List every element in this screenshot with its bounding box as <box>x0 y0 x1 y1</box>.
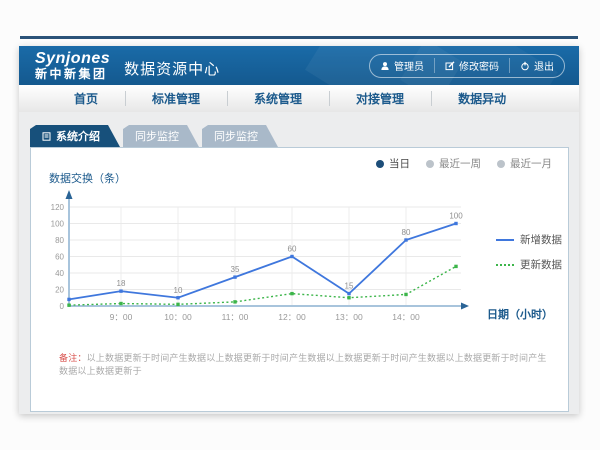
change-password-label: 修改密码 <box>459 58 499 73</box>
nav-item-3[interactable]: 系统管理 <box>227 85 329 112</box>
tab-bar: 系统介绍 同步监控 同步监控 <box>19 112 579 147</box>
time-filter-option-3[interactable]: 最近一月 <box>497 156 552 171</box>
tab-label: 同步监控 <box>135 128 179 144</box>
time-filter-option-2[interactable]: 最近一周 <box>426 156 481 171</box>
legend-item-1: 新增数据 <box>496 232 562 247</box>
main-nav-list: 首页标准管理系统管理对接管理数据异动 <box>19 85 579 112</box>
radio-dot-icon <box>376 160 384 168</box>
change-password-button[interactable]: 修改密码 <box>434 58 509 73</box>
legend-label: 新增数据 <box>520 232 562 247</box>
svg-text:20: 20 <box>55 285 64 294</box>
brand-logo-cn: 新中新集团 <box>35 68 110 81</box>
svg-text:60: 60 <box>55 252 64 261</box>
legend-swatch-icon <box>496 262 514 268</box>
svg-text:10：00: 10：00 <box>164 312 192 322</box>
user-icon <box>380 61 390 71</box>
desktop-background: Synjones 新中新集团 数据资源中心 管理员 修改 <box>0 0 600 450</box>
edit-icon <box>445 61 455 71</box>
footnote: 备注：以上数据更新于时间产生数据以上数据更新于时间产生数据以上数据更新于时间产生… <box>59 352 550 377</box>
svg-text:15: 15 <box>345 282 354 291</box>
user-label: 管理员 <box>394 58 424 73</box>
legend-item-2: 更新数据 <box>496 257 562 272</box>
radio-label: 当日 <box>389 156 410 171</box>
tab-1[interactable]: 系统介绍 <box>30 125 120 147</box>
content-area: 系统介绍同步监控同步监控 当日最近一周最近一月 数据交换（条） 02040608… <box>19 112 579 414</box>
nav-item-4[interactable]: 对接管理 <box>329 85 431 112</box>
svg-text:12：00: 12：00 <box>278 312 306 322</box>
app-header: Synjones 新中新集团 数据资源中心 管理员 修改 <box>19 46 579 85</box>
radio-label: 最近一周 <box>439 156 481 171</box>
radio-label: 最近一月 <box>510 156 552 171</box>
document-icon <box>42 132 51 141</box>
svg-text:13：00: 13：00 <box>335 312 363 322</box>
time-range-filter: 当日 最近一周 最近一月 <box>376 156 552 171</box>
svg-text:60: 60 <box>288 245 297 254</box>
time-filter-option-1[interactable]: 当日 <box>376 156 410 171</box>
chart-legend: 新增数据更新数据 <box>496 232 562 272</box>
logout-label: 退出 <box>534 58 554 73</box>
power-icon <box>520 61 530 71</box>
logout-button[interactable]: 退出 <box>509 58 564 73</box>
svg-text:9：00: 9：00 <box>110 312 133 322</box>
chart-svg: 0 20 40 60 80 100 120 9：00 10：00 11：00 12：00 13：00 1… <box>31 184 491 324</box>
tab-label: 系统介绍 <box>56 128 100 144</box>
footnote-text: 以上数据更新于时间产生数据以上数据更新于时间产生数据以上数据更新于时间产生数据以… <box>59 353 547 376</box>
main-nav: 首页标准管理系统管理对接管理数据异动 <box>19 85 579 113</box>
tab-label: 同步监控 <box>214 128 258 144</box>
svg-text:14：00: 14：00 <box>392 312 420 322</box>
svg-text:18: 18 <box>117 279 126 288</box>
svg-text:80: 80 <box>402 228 411 237</box>
radio-dot-icon <box>497 160 505 168</box>
nav-item-2[interactable]: 标准管理 <box>125 85 227 112</box>
window-top-accent <box>20 36 578 39</box>
legend-label: 更新数据 <box>520 257 562 272</box>
svg-text:120: 120 <box>51 203 65 212</box>
nav-item-1[interactable]: 首页 <box>47 85 125 112</box>
user-button[interactable]: 管理员 <box>370 58 434 73</box>
tab-3[interactable]: 同步监控 <box>202 125 278 147</box>
app-window: Synjones 新中新集团 数据资源中心 管理员 修改 <box>19 46 579 414</box>
svg-text:100: 100 <box>449 212 463 221</box>
user-toolbar: 管理员 修改密码 退出 <box>369 54 565 78</box>
brand-logo: Synjones 新中新集团 <box>35 50 110 80</box>
tab-2[interactable]: 同步监控 <box>123 125 199 147</box>
legend-swatch-icon <box>496 237 514 243</box>
svg-text:0: 0 <box>60 302 65 311</box>
svg-text:10: 10 <box>174 286 183 295</box>
footnote-label: 备注： <box>59 353 87 363</box>
svg-text:80: 80 <box>55 236 64 245</box>
content-panel: 当日最近一周最近一月 数据交换（条） 0204060801001209：0010… <box>30 147 569 412</box>
radio-dot-icon <box>426 160 434 168</box>
nav-item-5[interactable]: 数据异动 <box>431 85 533 112</box>
page-title: 数据资源中心 <box>124 58 220 79</box>
svg-text:40: 40 <box>55 269 64 278</box>
svg-text:100: 100 <box>51 219 65 228</box>
line-chart: 0 20 40 60 80 100 120 9：00 10：00 11：00 12：00 13：00 1… <box>31 184 491 329</box>
svg-text:35: 35 <box>231 265 240 274</box>
x-axis-title: 日期（小时） <box>487 306 553 322</box>
brand-logo-en: Synjones <box>35 50 110 67</box>
svg-text:11：00: 11：00 <box>222 312 249 322</box>
